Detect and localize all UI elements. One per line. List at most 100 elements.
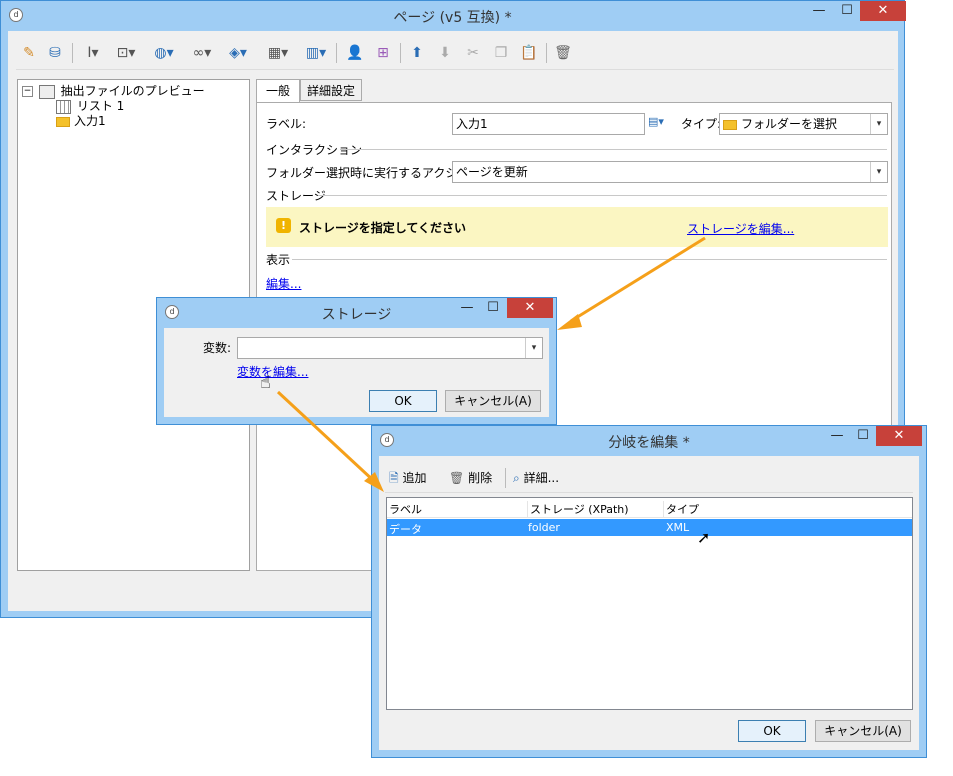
- add-icon: 🗎: [389, 471, 399, 485]
- copy-icon[interactable]: ❐: [490, 39, 512, 67]
- list-header: ラベル ストレージ (XPath) タイプ: [387, 498, 912, 518]
- tab-strip: 一般 詳細設定: [256, 79, 896, 103]
- main-window-title: ページ (v5 互換) *: [393, 10, 512, 26]
- tab-general[interactable]: 一般: [256, 79, 300, 103]
- layers-icon[interactable]: ◈▾: [222, 39, 254, 67]
- database-icon[interactable]: ⛁: [44, 39, 66, 67]
- cancel-button[interactable]: キャンセル(A): [815, 720, 911, 742]
- collapse-icon[interactable]: −: [22, 86, 33, 97]
- maximize-button[interactable]: ☐: [850, 426, 876, 446]
- storage-dialog: d ストレージ — ☐ ✕ 変数: ▾ 変数を編集... ☝ OK キャンセル(…: [156, 297, 557, 425]
- tree-item-input[interactable]: 入力1: [56, 112, 106, 129]
- scissors-icon[interactable]: ✂: [462, 39, 484, 67]
- tab-advanced[interactable]: 詳細設定: [300, 79, 362, 101]
- details-label: 詳細...: [523, 471, 560, 485]
- tree-item-label: リスト 1: [76, 99, 125, 113]
- column-header-storage[interactable]: ストレージ (XPath): [527, 501, 629, 517]
- divider: [292, 259, 887, 260]
- main-toolbar: ✎ ⛁ I▾ ⊡▾ ◍▾ ∞▾ ◈▾ ▦▾ ▥▾ 👤 ⊞ ⬆ ⬇ ✂ ❐ 📋 🗑: [16, 39, 894, 70]
- maximize-button[interactable]: ☐: [834, 1, 860, 21]
- table-row[interactable]: データ folder XML: [387, 519, 912, 536]
- link-icon[interactable]: ∞▾: [186, 39, 218, 67]
- column-header-label[interactable]: ラベル: [389, 501, 422, 517]
- close-button[interactable]: ✕: [507, 298, 553, 318]
- type-select-value: フォルダーを選択: [741, 117, 838, 131]
- add-label: 追加: [402, 471, 427, 485]
- fork-dialog-titlebar[interactable]: d 分岐を編集 * — ☐ ✕: [372, 426, 926, 456]
- divider: [340, 149, 887, 150]
- storage-section-title: ストレージ: [266, 189, 326, 203]
- maximize-button[interactable]: ☐: [480, 298, 506, 318]
- tree-root-label: 抽出ファイルのプレビュー: [60, 84, 205, 98]
- variable-caption: 変数:: [203, 341, 232, 355]
- fork-dialog-client: 🗎 追加 🗑 削除 ⌕ 詳細... ラベル ストレージ (XPath) タイプ …: [379, 456, 919, 750]
- cell-type: XML: [666, 521, 690, 534]
- edit-display-link[interactable]: 編集...: [266, 275, 301, 292]
- add-box-icon[interactable]: ⊞: [372, 39, 394, 67]
- display-section-title: 表示: [266, 253, 291, 267]
- wand-icon[interactable]: ✎: [18, 39, 40, 67]
- cell-label: データ: [389, 523, 422, 536]
- minimize-button[interactable]: —: [824, 426, 850, 446]
- storage-dialog-titlebar[interactable]: d ストレージ — ☐ ✕: [157, 298, 556, 328]
- main-titlebar[interactable]: d ページ (v5 互換) * — ☐ ✕: [1, 1, 906, 31]
- chevron-down-icon[interactable]: ▾: [870, 162, 887, 182]
- type-caption: タイプ:: [681, 117, 722, 131]
- column-header-type[interactable]: タイプ: [663, 501, 699, 517]
- text-cursor-icon[interactable]: I▾: [78, 39, 108, 67]
- type-select[interactable]: フォルダーを選択 ▾: [719, 113, 888, 135]
- label-input[interactable]: 入力1: [452, 113, 645, 135]
- cancel-button[interactable]: キャンセル(A): [445, 390, 541, 412]
- minimize-button[interactable]: —: [804, 1, 834, 21]
- add-button[interactable]: 🗎 追加: [389, 469, 427, 490]
- arrow-up-icon[interactable]: ⬆: [406, 39, 428, 67]
- search-icon: ⌕: [513, 471, 520, 485]
- tree-item-label: 入力1: [74, 114, 106, 128]
- minimize-button[interactable]: —: [454, 298, 480, 318]
- fork-dialog: d 分岐を編集 * — ☐ ✕ 🗎 追加 🗑 削除 ⌕ 詳細... ラベル スト…: [371, 425, 927, 758]
- user-icon[interactable]: 👤: [344, 39, 366, 67]
- cell-storage: folder: [528, 521, 560, 534]
- toolbar-separator: [72, 43, 73, 63]
- mouse-pointer-icon: ➚: [697, 528, 711, 547]
- columns-icon[interactable]: ▥▾: [300, 39, 332, 67]
- warning-icon: !: [276, 218, 291, 233]
- table-icon[interactable]: ▦▾: [262, 39, 294, 67]
- storage-dialog-client: 変数: ▾ 変数を編集... ☝ OK キャンセル(A): [164, 328, 549, 417]
- folder-icon: [723, 119, 737, 130]
- trash-icon[interactable]: 🗑: [552, 39, 574, 67]
- delete-button[interactable]: 🗑 削除: [449, 469, 492, 486]
- variable-select[interactable]: ▾: [237, 337, 543, 359]
- folder-icon: [56, 116, 70, 127]
- close-button[interactable]: ✕: [876, 426, 922, 446]
- label-caption: ラベル:: [266, 117, 307, 131]
- text-format-icon[interactable]: ▤▾: [648, 115, 674, 133]
- action-select[interactable]: ページを更新 ▾: [452, 161, 888, 183]
- fork-toolbar: 🗎 追加 🗑 削除 ⌕ 詳細...: [385, 464, 913, 493]
- trash-icon: 🗑: [449, 471, 465, 485]
- chevron-down-icon[interactable]: ▾: [525, 338, 542, 358]
- divider: [318, 195, 887, 196]
- edit-storage-link[interactable]: ストレージを編集...: [687, 220, 794, 237]
- delete-label: 削除: [468, 471, 493, 485]
- toolbar-separator: [336, 43, 337, 63]
- fork-list: ラベル ストレージ (XPath) タイプ データ folder XML ➚: [386, 497, 913, 710]
- details-button[interactable]: ⌕ 詳細...: [513, 469, 559, 486]
- ok-button[interactable]: OK: [369, 390, 437, 412]
- form-icon: [38, 84, 55, 99]
- toolbar-separator: [505, 468, 506, 488]
- globe-icon[interactable]: ◍▾: [148, 39, 180, 67]
- input-field-icon[interactable]: ⊡▾: [111, 39, 141, 67]
- action-select-value: ページを更新: [456, 165, 528, 179]
- warning-text: ストレージを指定してください: [299, 221, 467, 235]
- close-button[interactable]: ✕: [860, 1, 906, 21]
- chevron-down-icon[interactable]: ▾: [870, 114, 887, 134]
- toolbar-separator: [546, 43, 547, 63]
- paste-icon[interactable]: 📋: [518, 39, 540, 67]
- toolbar-separator: [400, 43, 401, 63]
- hand-cursor-icon: ☝: [260, 372, 271, 393]
- edit-variable-link[interactable]: 変数を編集...: [237, 363, 308, 380]
- arrow-down-icon[interactable]: ⬇: [434, 39, 456, 67]
- storage-warning: ! ストレージを指定してください ストレージを編集...: [266, 207, 888, 247]
- ok-button[interactable]: OK: [738, 720, 806, 742]
